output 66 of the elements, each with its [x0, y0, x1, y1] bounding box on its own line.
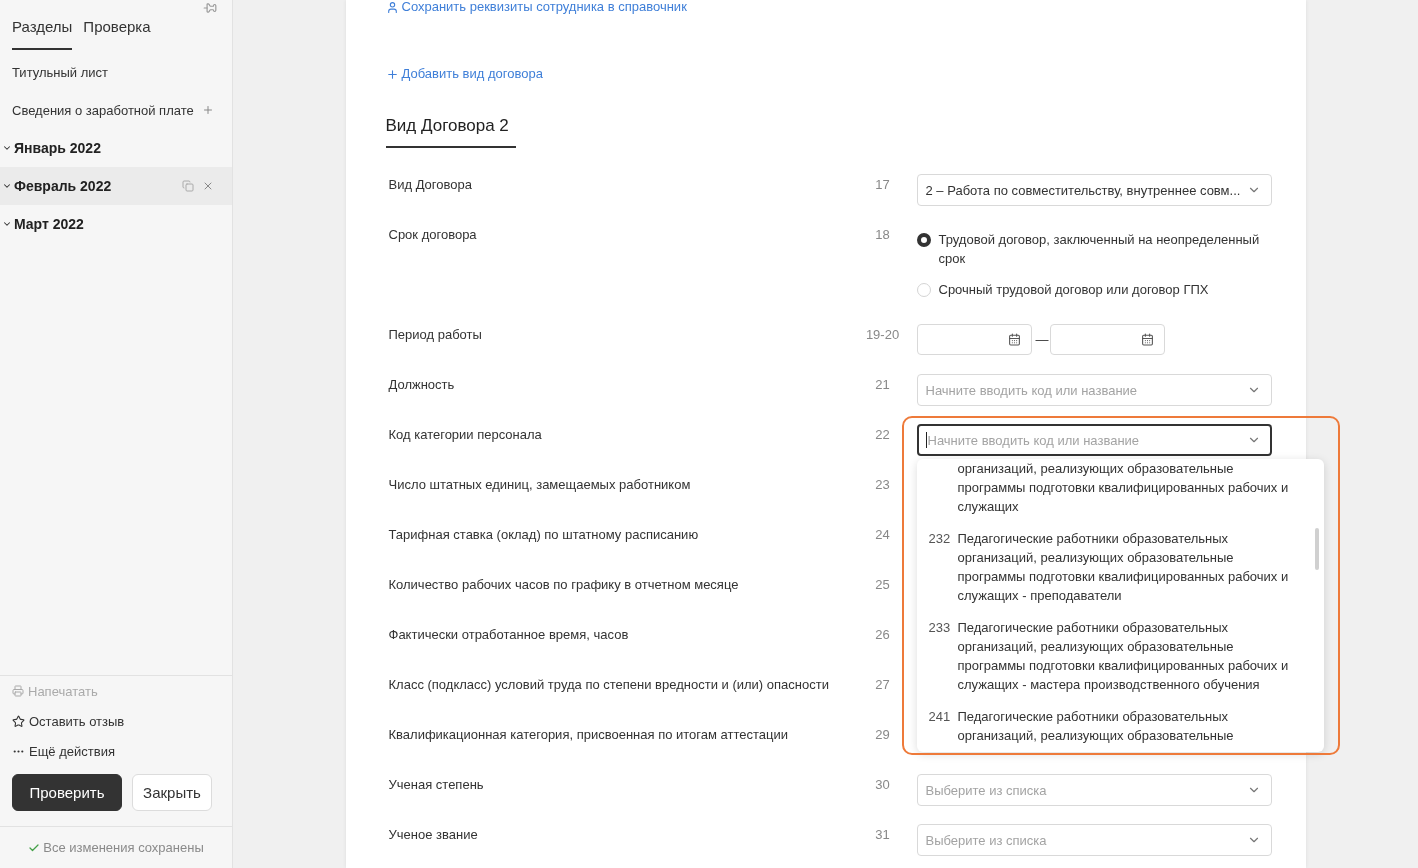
field-label: Период работы: [388, 326, 483, 343]
save-status: Все изменения сохранены: [43, 840, 204, 855]
field-number: 25: [874, 576, 891, 593]
sidebar-tab[interactable]: Проверка: [83, 18, 151, 50]
radio-label[interactable]: Трудовой договор, заключенный на неопределенный срок: [938, 230, 1272, 268]
scrollbar-thumb[interactable]: [1314, 528, 1319, 570]
month-row[interactable]: Март 2022: [0, 205, 232, 243]
date-field[interactable]: [916, 324, 1032, 355]
plus-icon[interactable]: [202, 104, 214, 116]
sidebar-item[interactable]: Титульный лист: [12, 64, 108, 80]
field-label: Тарифная ставка (оклад) по штатному расписанию: [388, 526, 700, 543]
field-label: Количество рабочих часов по графику в отчетном месяце: [388, 576, 740, 593]
field-number: 26: [874, 626, 891, 643]
field-number: 19-20: [864, 326, 901, 343]
dropdown-option[interactable]: 241 Педагогические работники образовательных организаций, реализующих образовательные: [916, 701, 1324, 752]
field-label: Должность: [388, 376, 456, 393]
dropdown-option[interactable]: 232 Педагогические работники образовательных организаций, реализующих образовательные программы подготовки квалифицированных рабочих и служащих - преподаватели: [916, 523, 1324, 612]
action-link[interactable]: Оставить отзыв: [0, 706, 232, 736]
chevron-down-icon: [2, 143, 12, 153]
field-number: 23: [874, 476, 891, 493]
person-icon: [385, 0, 399, 14]
chevron-down-icon: [2, 219, 12, 229]
field-number: 21: [874, 376, 891, 393]
calendar-icon: [1007, 333, 1021, 346]
dropdown-option[interactable]: организаций, реализующих образовательные программы подготовки квалифицированных рабочих и служащих: [916, 459, 1324, 523]
chevron-down-icon: [2, 181, 12, 191]
sidebar-tab[interactable]: Разделы: [12, 18, 73, 50]
sidebar-item[interactable]: Сведения о заработной плате: [12, 102, 194, 118]
check-button[interactable]: Проверить: [12, 774, 122, 811]
field-label: Ученая степень: [388, 776, 485, 793]
month-row[interactable]: Январь 2022: [0, 129, 232, 167]
field-label: Код категории персонала: [388, 426, 543, 443]
field-number: 18: [874, 226, 891, 243]
close-icon[interactable]: [202, 180, 214, 192]
date-field[interactable]: [1049, 324, 1165, 355]
month-row[interactable]: Февраль 2022: [0, 167, 232, 205]
field-number: 27: [874, 676, 891, 693]
dropdown-option[interactable]: 233 Педагогические работники образовательных организаций, реализующих образовательные программы подготовки квалифицированных рабочих и служащих - мастера производственного обучения: [916, 612, 1324, 701]
radio-button[interactable]: [916, 232, 931, 247]
field-number: 22: [874, 426, 891, 443]
field-number: 24: [874, 526, 891, 543]
close-button[interactable]: Закрыть: [132, 774, 212, 811]
section-tab[interactable]: Вид Договора 2: [385, 116, 516, 148]
dropdown-field[interactable]: 2 – Работа по совместительству, внутреннее совм...: [916, 174, 1272, 206]
calendar-icon: [1140, 333, 1154, 346]
field-number: 30: [874, 776, 891, 793]
field-label: Число штатных единиц, замещаемых работником: [388, 476, 692, 493]
star-icon: [12, 714, 25, 728]
action-link[interactable]: Ещё действия: [0, 736, 232, 766]
field-label: Срок договора: [388, 226, 478, 243]
printer-icon: [12, 685, 24, 697]
field-number: 17: [874, 176, 891, 193]
copy-icon[interactable]: [182, 180, 194, 192]
field-label: Фактически отработанное время, часов: [388, 626, 630, 643]
field-number: 29: [874, 726, 891, 743]
field-number: 31: [874, 826, 891, 843]
field-label: Ученое звание: [388, 826, 479, 843]
save-requisites-link[interactable]: Сохранить реквизиты сотрудника в справочник: [385, 0, 687, 14]
field-label: Вид Договора: [388, 176, 473, 193]
field-label: Класс (подкласс) условий труда по степени вредности и (или) опасности: [388, 676, 830, 693]
text-cursor-icon: [925, 432, 927, 448]
radio-label[interactable]: Срочный трудовой договор или договор ГПХ: [938, 280, 1209, 299]
field-label: Квалификационная категория, присвоенная по итогам аттестации: [388, 726, 789, 743]
plus-icon: [385, 67, 399, 81]
pin-icon[interactable]: [203, 1, 217, 15]
add-contract-link[interactable]: Добавить вид договора: [385, 67, 543, 81]
